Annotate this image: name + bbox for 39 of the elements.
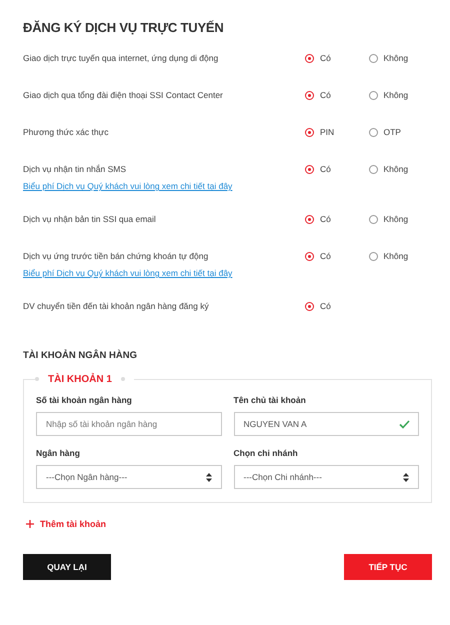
sort-caret-icon bbox=[206, 472, 212, 482]
dropdown[interactable]: ---Chọn Chi nhánh--- bbox=[234, 465, 419, 489]
fee-link[interactable]: Biểu phí Dịch vụ Quý khách vui lòng xem chi tiết tại đây bbox=[23, 268, 305, 278]
sort-caret-icon bbox=[403, 472, 409, 482]
radio-option[interactable]: Không bbox=[368, 214, 432, 224]
field-label: Ngân hàng bbox=[36, 448, 81, 458]
service-label: Dịch vụ nhận bản tin SSI qua email bbox=[23, 214, 157, 224]
service-label: Giao dịch trực tuyến qua internet, ứng dụng di động bbox=[23, 53, 220, 63]
service-label: Dịch vụ ứng trước tiền bán chứng khoán tự động bbox=[23, 251, 210, 261]
radio-option[interactable]: PIN bbox=[305, 127, 368, 137]
radio-option[interactable]: Không bbox=[368, 251, 432, 261]
section-title: TÀI KHOẢN NGÂN HÀNG bbox=[23, 350, 138, 361]
radio-option[interactable]: OTP bbox=[368, 127, 432, 137]
radio-option[interactable]: Có bbox=[305, 251, 368, 261]
radio-option[interactable]: Có bbox=[305, 214, 368, 224]
back-button[interactable]: QUAY LẠI bbox=[23, 554, 111, 580]
radio-option[interactable]: Không bbox=[368, 164, 432, 174]
account-legend: TÀI KHOẢN 1 bbox=[48, 374, 112, 384]
add-account-link[interactable]: Thêm tài khoản bbox=[40, 519, 106, 529]
service-label: DV chuyển tiền đến tài khoản ngân hàng đăng ký bbox=[23, 301, 210, 311]
field-label: Số tài khoản ngân hàng bbox=[36, 395, 133, 405]
dropdown[interactable]: ---Chọn Ngân hàng--- bbox=[36, 465, 222, 489]
service-label: Phương thức xác thực bbox=[23, 127, 110, 137]
field-label: Chọn chi nhánh bbox=[234, 448, 299, 458]
radio-option[interactable]: Có bbox=[305, 164, 368, 174]
next-button[interactable]: TIẾP TỤC bbox=[344, 554, 432, 580]
radio-option[interactable]: Không bbox=[368, 53, 432, 63]
service-label: Giao dịch qua tổng đài điện thoại SSI Contact Center bbox=[23, 90, 224, 100]
fee-link[interactable]: Biểu phí Dịch vụ Quý khách vui lòng xem chi tiết tại đây bbox=[23, 181, 305, 191]
field-label: Tên chủ tài khoản bbox=[234, 395, 307, 405]
plus-icon bbox=[26, 520, 34, 528]
radio-option[interactable]: Có bbox=[305, 301, 376, 311]
input-field[interactable]: NGUYEN VAN A bbox=[234, 412, 419, 436]
input-field[interactable]: Nhập số tài khoản ngân hàng bbox=[36, 412, 222, 436]
radio-option[interactable]: Có bbox=[305, 53, 368, 63]
section-title: ĐĂNG KÝ DỊCH VỤ TRỰC TUYẾN bbox=[23, 20, 225, 35]
radio-option[interactable]: Có bbox=[305, 90, 368, 100]
radio-option[interactable]: Không bbox=[368, 90, 432, 100]
service-label: Dịch vụ nhận tin nhắn SMS bbox=[23, 164, 128, 174]
